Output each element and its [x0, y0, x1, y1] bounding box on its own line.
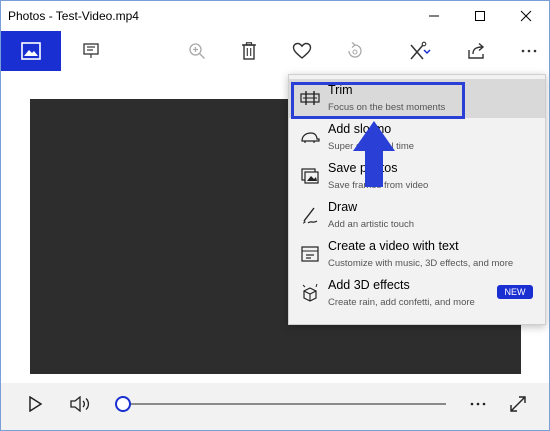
- menu-item-subtitle: Super slow real time: [328, 141, 415, 152]
- menu-item-title: Draw: [328, 200, 358, 214]
- menu-item-subtitle: Save frames from video: [328, 180, 429, 191]
- play-button[interactable]: [15, 383, 55, 425]
- maximize-button[interactable]: [457, 1, 503, 31]
- menu-item-title: Create a video with text: [328, 239, 459, 253]
- share-button[interactable]: [457, 31, 497, 71]
- menu-item-slo-mo[interactable]: Add slo-mo Super slow real time: [289, 118, 545, 157]
- close-icon: [520, 10, 532, 22]
- window-controls: [411, 1, 549, 31]
- menu-item-3d-effects[interactable]: Add 3D effects Create rain, add confetti…: [289, 274, 545, 313]
- play-icon: [29, 396, 42, 412]
- menu-item-trim[interactable]: Trim Focus on the best moments: [289, 79, 545, 118]
- menu-item-title: Save photos: [328, 161, 398, 175]
- menu-item-title: Trim: [328, 83, 353, 97]
- menu-item-draw[interactable]: Draw Add an artistic touch: [289, 196, 545, 235]
- title-bar: Photos - Test-Video.mp4: [1, 1, 549, 31]
- slideshow-button[interactable]: [71, 31, 111, 71]
- menu-item-subtitle: Focus on the best moments: [328, 102, 446, 113]
- menu-item-save-photos[interactable]: Save photos Save frames from video: [289, 157, 545, 196]
- seek-bar[interactable]: [122, 403, 446, 405]
- home-button[interactable]: [1, 31, 61, 71]
- more-icon: [521, 49, 537, 53]
- edit-create-icon: [410, 41, 431, 60]
- fullscreen-icon: [510, 396, 526, 412]
- minimize-button[interactable]: [411, 1, 457, 31]
- more-playback-button[interactable]: [459, 383, 497, 425]
- playback-controls: [1, 383, 549, 430]
- menu-item-title: Add slo-mo: [328, 122, 392, 136]
- new-badge: NEW: [497, 285, 533, 299]
- seek-thumb[interactable]: [115, 396, 131, 412]
- more-button[interactable]: [509, 31, 549, 71]
- share-icon: [468, 42, 485, 59]
- slo-mo-icon: [301, 132, 320, 143]
- trim-icon: [300, 91, 320, 105]
- delete-button[interactable]: [229, 31, 269, 71]
- video-text-icon: [301, 246, 319, 262]
- menu-item-title: Add 3D effects: [328, 278, 410, 292]
- menu-item-subtitle: Add an artistic touch: [328, 219, 415, 230]
- close-button[interactable]: [503, 1, 549, 31]
- toolbar: [1, 31, 549, 71]
- rotate-icon: [348, 42, 362, 58]
- fullscreen-button[interactable]: [499, 383, 537, 425]
- zoom-icon: [189, 43, 205, 59]
- maximize-icon: [475, 11, 485, 21]
- home-icon: [21, 42, 41, 60]
- heart-icon: [292, 42, 312, 59]
- menu-item-subtitle: Create rain, add confetti, and more: [328, 297, 475, 308]
- zoom-button[interactable]: [177, 31, 217, 71]
- menu-item-subtitle: Customize with music, 3D effects, and mo…: [328, 258, 514, 269]
- rotate-button[interactable]: [335, 31, 375, 71]
- save-photos-icon: [301, 168, 319, 184]
- edit-create-menu: Trim Focus on the best moments Add slo-m…: [288, 74, 546, 325]
- favorite-button[interactable]: [282, 31, 322, 71]
- 3d-effects-icon: [302, 283, 318, 302]
- window-title: Photos - Test-Video.mp4: [8, 9, 139, 23]
- menu-item-create-video-text[interactable]: Create a video with text Customize with …: [289, 235, 545, 274]
- slideshow-icon: [83, 43, 99, 58]
- delete-icon: [242, 42, 256, 60]
- app-window: Photos - Test-Video.mp4 Trim Focus on th…: [0, 0, 550, 431]
- more-icon: [470, 402, 486, 406]
- volume-icon: [70, 396, 90, 412]
- edit-create-button[interactable]: [396, 31, 444, 71]
- draw-icon: [303, 207, 318, 224]
- volume-button[interactable]: [61, 383, 101, 425]
- minimize-icon: [429, 15, 439, 17]
